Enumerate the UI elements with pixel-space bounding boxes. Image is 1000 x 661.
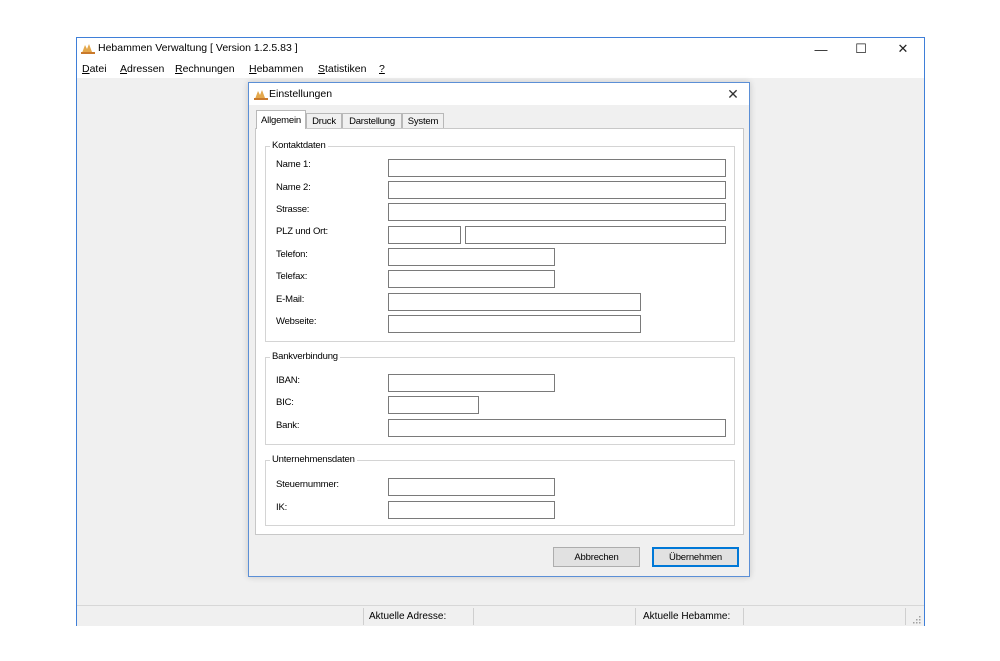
- strasse-input[interactable]: [388, 203, 726, 221]
- status-separator: [905, 608, 906, 625]
- label-telefax: Telefax:: [276, 271, 308, 282]
- label-name2: Name 2:: [276, 182, 311, 193]
- apply-button[interactable]: Übernehmen: [652, 547, 739, 567]
- label-telefon: Telefon:: [276, 249, 308, 260]
- menu-rechnungen[interactable]: Rechnungen: [175, 63, 235, 75]
- label-bic: BIC:: [276, 397, 294, 408]
- label-bank: Bank:: [276, 420, 300, 431]
- dialog-close-button[interactable]: ✕: [721, 84, 745, 104]
- status-bar: Aktuelle Adresse: Aktuelle Hebamme:: [77, 605, 924, 626]
- app-title: Hebammen Verwaltung [ Version 1.2.5.83 ]: [98, 42, 298, 54]
- group-title-unternehmensdaten: Unternehmensdaten: [270, 454, 357, 465]
- group-title-kontaktdaten: Kontaktdaten: [270, 140, 328, 151]
- steuernummer-input[interactable]: [388, 478, 555, 496]
- label-iban: IBAN:: [276, 375, 300, 386]
- name1-input[interactable]: [388, 159, 726, 177]
- label-plz-ort: PLZ und Ort:: [276, 226, 328, 237]
- tab-panel-allgemein: Kontaktdaten Name 1: Name 2: Strasse: PL…: [255, 128, 744, 535]
- name2-input[interactable]: [388, 181, 726, 199]
- group-title-bankverbindung: Bankverbindung: [270, 351, 340, 362]
- dialog-title: Einstellungen: [269, 88, 333, 100]
- group-kontaktdaten: Kontaktdaten Name 1: Name 2: Strasse: PL…: [265, 140, 735, 342]
- title-bar[interactable]: Hebammen Verwaltung [ Version 1.2.5.83 ]…: [77, 38, 924, 60]
- webseite-input[interactable]: [388, 315, 641, 333]
- telefax-input[interactable]: [388, 270, 555, 288]
- maximize-button[interactable]: ☐: [841, 38, 881, 60]
- plz-input[interactable]: [388, 226, 461, 244]
- tab-druck[interactable]: Druck: [306, 113, 342, 128]
- resize-grip-icon[interactable]: [913, 616, 921, 624]
- status-separator: [473, 608, 474, 625]
- menu-adressen[interactable]: Adressen: [120, 63, 164, 75]
- minimize-button[interactable]: —: [801, 38, 841, 60]
- menu-hebammen[interactable]: Hebammen: [249, 63, 303, 75]
- cancel-button[interactable]: Abbrechen: [553, 547, 640, 567]
- close-button[interactable]: ✕: [883, 38, 923, 60]
- ort-input[interactable]: [465, 226, 726, 244]
- label-webseite: Webseite:: [276, 316, 317, 327]
- ik-input[interactable]: [388, 501, 555, 519]
- bic-input[interactable]: [388, 396, 479, 414]
- settings-dialog: Einstellungen ✕ Allgemein Druck Darstell…: [248, 82, 750, 577]
- label-strasse: Strasse:: [276, 204, 310, 215]
- status-separator: [363, 608, 364, 625]
- label-name1: Name 1:: [276, 159, 311, 170]
- bank-input[interactable]: [388, 419, 726, 437]
- status-separator: [743, 608, 744, 625]
- dialog-title-bar[interactable]: Einstellungen ✕: [249, 83, 749, 105]
- menu-datei[interactable]: Datei: [82, 63, 107, 75]
- menu-help[interactable]: ?: [379, 63, 385, 75]
- app-logo-icon: [81, 44, 95, 54]
- group-bankverbindung: Bankverbindung IBAN: BIC: Bank:: [265, 351, 735, 445]
- current-address-label: Aktuelle Adresse:: [369, 611, 447, 622]
- email-input[interactable]: [388, 293, 641, 311]
- group-unternehmensdaten: Unternehmensdaten Steuernummer: IK:: [265, 454, 735, 526]
- label-steuernummer: Steuernummer:: [276, 479, 339, 490]
- dialog-logo-icon: [254, 90, 268, 100]
- status-separator: [635, 608, 636, 625]
- telefon-input[interactable]: [388, 248, 555, 266]
- current-midwife-label: Aktuelle Hebamme:: [643, 611, 731, 622]
- tab-darstellung[interactable]: Darstellung: [342, 113, 402, 128]
- iban-input[interactable]: [388, 374, 555, 392]
- label-email: E-Mail:: [276, 294, 305, 305]
- tab-system[interactable]: System: [402, 113, 444, 128]
- tab-allgemein[interactable]: Allgemein: [256, 110, 306, 129]
- label-ik: IK:: [276, 502, 288, 513]
- menu-bar: Datei Adressen Rechnungen Hebammen Stati…: [77, 60, 924, 78]
- menu-statistiken[interactable]: Statistiken: [318, 63, 366, 75]
